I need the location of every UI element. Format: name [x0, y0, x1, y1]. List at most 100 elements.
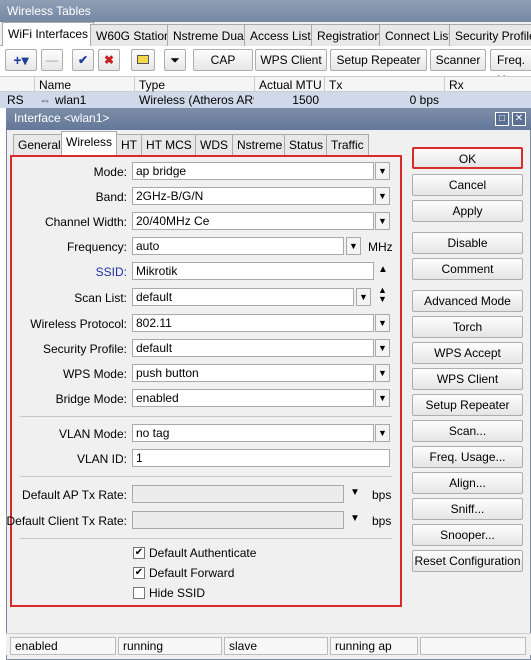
wps-accept-button[interactable]: WPS Accept — [412, 342, 523, 364]
add-icon[interactable]: +▾ — [5, 49, 37, 71]
frequency-select[interactable]: auto — [132, 237, 344, 255]
tab-wifi-interfaces[interactable]: WiFi Interfaces — [2, 22, 95, 47]
vlan-mode-dropdown-icon[interactable]: ▼ — [375, 424, 390, 442]
scan-list-dropdown-icon[interactable]: ▼ — [356, 288, 371, 306]
tab-registration[interactable]: Registration — [311, 24, 388, 46]
default-ap-tx-rate-label: Default AP Tx Rate: — [22, 488, 127, 502]
status-slave: slave — [224, 637, 328, 655]
toolbar: +▾ — ✔ ✖ ⏷ CAP WPS Client Setup Repeater… — [0, 46, 531, 87]
tab-ht-mcs[interactable]: HT MCS — [141, 134, 197, 155]
ap-tx-rate-dropdown-icon[interactable]: ▼ — [350, 487, 360, 498]
disable-button[interactable]: Disable — [412, 232, 523, 254]
add-remove-arrows-icon[interactable]: ▲ ▼ — [378, 286, 387, 304]
freq-usage-button[interactable]: Freq. U — [490, 49, 531, 87]
client-tx-rate-dropdown-icon[interactable]: ▼ — [350, 513, 360, 524]
default-authenticate-label: Default Authenticate — [149, 546, 257, 560]
setup-repeater-toolbar-button[interactable]: Setup Repeater — [330, 49, 427, 71]
advanced-mode-button[interactable]: Advanced Mode — [412, 290, 523, 312]
tab-wireless[interactable]: Wireless — [61, 131, 118, 155]
tab-ht[interactable]: HT — [116, 134, 142, 155]
row-mtu: 1500 — [292, 93, 319, 107]
cancel-button[interactable]: Cancel — [412, 174, 523, 196]
wps-client-toolbar-button[interactable]: WPS Client — [255, 49, 327, 71]
outer-tab-bar: WiFi Interfaces W60G Station Nstreme Dua… — [0, 22, 531, 47]
ssid-input[interactable]: Mikrotik — [132, 262, 374, 280]
scanner-button[interactable]: Scanner — [430, 49, 486, 71]
table-row[interactable]: RS ⇔ wlan1 Wireless (Atheros AR9... 1500… — [0, 92, 531, 108]
tab-w60g-station[interactable]: W60G Station — [90, 24, 177, 46]
frequency-dropdown-icon[interactable]: ▼ — [346, 237, 361, 255]
tab-access-list[interactable]: Access List — [244, 24, 317, 46]
band-dropdown-icon[interactable]: ▼ — [375, 187, 390, 205]
default-ap-tx-rate-input[interactable] — [132, 485, 344, 503]
security-profile-dropdown-icon[interactable]: ▼ — [375, 339, 390, 357]
ssid-label: SSID: — [95, 265, 127, 279]
wireless-protocol-dropdown-icon[interactable]: ▼ — [375, 314, 390, 332]
band-select[interactable]: 2GHz-B/G/N — [132, 187, 374, 205]
vlan-mode-select[interactable]: no tag — [132, 424, 374, 442]
align-button[interactable]: Align... — [412, 472, 523, 494]
row-rx — [446, 92, 526, 108]
snooper-button[interactable]: Snooper... — [412, 524, 523, 546]
disable-x-icon[interactable]: ✖ — [98, 49, 120, 71]
channel-width-select[interactable]: 20/40MHz Ce — [132, 212, 374, 230]
freq-usage-dialog-button[interactable]: Freq. Usage... — [412, 446, 523, 468]
scan-list-label: Scan List: — [74, 291, 127, 305]
hide-ssid-checkbox[interactable] — [133, 587, 145, 599]
security-profile-label: Security Profile: — [42, 342, 127, 356]
default-client-tx-rate-input[interactable] — [132, 511, 344, 529]
channel-width-dropdown-icon[interactable]: ▼ — [375, 212, 390, 230]
client-tx-rate-unit: bps — [372, 514, 392, 528]
filter-icon[interactable]: ⏷ — [164, 49, 186, 71]
status-running-ap: running ap — [330, 637, 418, 655]
tab-wds[interactable]: WDS — [195, 134, 233, 155]
scan-list-select[interactable]: default — [132, 288, 354, 306]
cap-button[interactable]: CAP — [193, 49, 253, 71]
vlan-id-input[interactable]: 1 — [132, 449, 390, 467]
tab-nstreme-dual[interactable]: Nstreme Dual — [167, 24, 253, 46]
tab-general[interactable]: General — [13, 134, 66, 155]
scan-button[interactable]: Scan... — [412, 420, 523, 442]
remove-icon[interactable]: — — [41, 49, 63, 71]
bridge-mode-dropdown-icon[interactable]: ▼ — [375, 389, 390, 407]
wireless-protocol-select[interactable]: 802.11 — [132, 314, 374, 332]
column-name[interactable]: Name — [34, 77, 134, 93]
reset-configuration-button[interactable]: Reset Configuration — [412, 550, 523, 572]
apply-button[interactable]: Apply — [412, 200, 523, 222]
mode-dropdown-icon[interactable]: ▼ — [375, 162, 390, 180]
comment-icon[interactable] — [131, 49, 155, 71]
column-rx[interactable]: Rx — [444, 77, 531, 93]
mode-select[interactable]: ap bridge — [132, 162, 374, 180]
dialog-title: Interface <wlan1> — [14, 111, 110, 125]
tab-security-profiles[interactable]: Security Profiles — [449, 24, 531, 46]
column-tx[interactable]: Tx — [324, 77, 444, 93]
default-authenticate-checkbox[interactable]: ✔ — [133, 547, 145, 559]
maximize-icon[interactable]: □ — [495, 112, 509, 126]
vlan-id-label: VLAN ID: — [76, 452, 127, 466]
mode-label: Mode: — [93, 165, 127, 179]
row-type: Wireless (Atheros AR9... — [139, 93, 254, 107]
wps-mode-dropdown-icon[interactable]: ▼ — [375, 364, 390, 382]
enable-check-icon[interactable]: ✔ — [72, 49, 94, 71]
column-type[interactable]: Type — [134, 77, 254, 93]
tab-status[interactable]: Status — [284, 134, 329, 155]
status-empty — [420, 637, 526, 655]
wps-mode-select[interactable]: push button — [132, 364, 374, 382]
close-icon[interactable]: ✕ — [512, 112, 526, 126]
tab-connect-list[interactable]: Connect List — [379, 24, 458, 46]
column-mtu[interactable]: Actual MTU — [254, 77, 324, 93]
setup-repeater-button[interactable]: Setup Repeater — [412, 394, 523, 416]
bridge-mode-select[interactable]: enabled — [132, 389, 374, 407]
security-profile-select[interactable]: default — [132, 339, 374, 357]
tab-traffic[interactable]: Traffic — [326, 134, 369, 155]
torch-button[interactable]: Torch — [412, 316, 523, 338]
default-forward-checkbox[interactable]: ✔ — [133, 567, 145, 579]
ok-button[interactable]: OK — [412, 147, 523, 169]
vlan-mode-label: VLAN Mode: — [58, 427, 127, 441]
tab-nstreme[interactable]: Nstreme — [232, 134, 288, 155]
comment-button[interactable]: Comment — [412, 258, 523, 280]
collapse-icon[interactable]: ▲ — [378, 264, 388, 275]
sniff-button[interactable]: Sniff... — [412, 498, 523, 520]
wps-client-button[interactable]: WPS Client — [412, 368, 523, 390]
row-tx: 0 bps — [409, 93, 439, 107]
